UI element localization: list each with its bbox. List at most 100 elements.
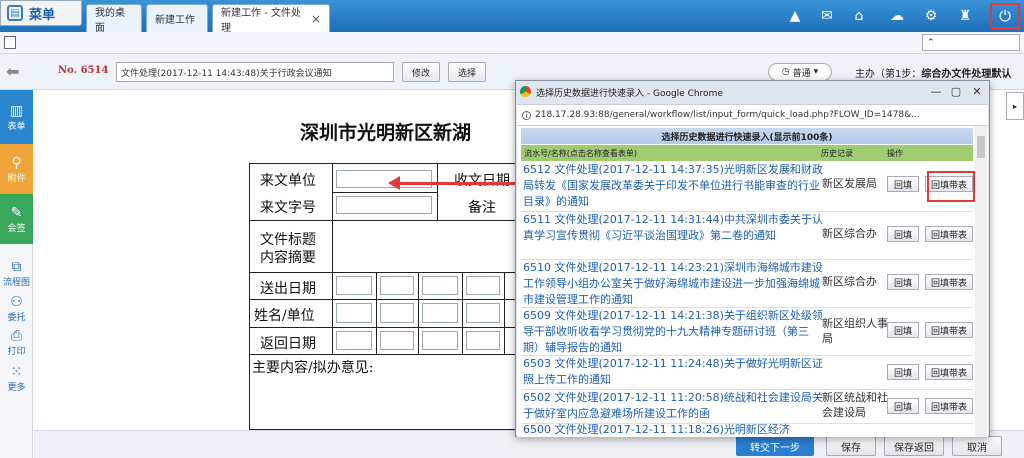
return-date-input[interactable] — [422, 331, 458, 350]
tab-label: 新建工作 — [155, 15, 195, 26]
name-unit-input[interactable] — [466, 303, 500, 323]
clock-icon: ◷ — [781, 67, 790, 77]
flow-number: No. 6514 — [58, 65, 109, 76]
send-date-input[interactable] — [466, 276, 500, 295]
fill-attach-button[interactable]: 回填带表 — [925, 274, 973, 290]
save-button[interactable]: 保存 — [826, 436, 876, 456]
record-link[interactable]: 6512 文件处理(2017-12-11 14:37:35)光明新区发展和财政局… — [523, 162, 823, 210]
source-unit-input[interactable] — [336, 170, 432, 188]
fill-button[interactable]: 回填 — [887, 226, 919, 242]
sidebar-item-countersign[interactable]: ✎ 会签 — [0, 194, 33, 244]
popup-column-header: 流水号/名称(点击名称查看表单) 历史记录 操作 — [521, 145, 973, 161]
receive-date-label: 收文日期 — [454, 173, 510, 189]
maximize-icon[interactable]: ▢ — [946, 83, 966, 99]
cancel-button[interactable]: 取消 — [952, 436, 1002, 456]
sponsor-step-name: 综合办文件处理默认 — [921, 69, 1012, 80]
fill-button[interactable]: 回填 — [887, 398, 919, 414]
work-title-input[interactable]: 文件处理(2017-12-11 14:43:48)关于行政会议通知 — [116, 62, 394, 82]
tab-my-desktop[interactable]: 我的桌面 — [86, 4, 142, 34]
settings-icon[interactable]: ⚙ — [922, 7, 940, 25]
top-bar: ▤ 菜单 我的桌面 新建工作 新建工作 - 文件处理 × ▲ ✉ ⌂ ☁ ⚙ ♜… — [0, 0, 1024, 34]
fill-button[interactable]: 回填 — [887, 322, 919, 338]
list-item: 6503 文件处理(2017-12-11 11:24:48)关于做好光明新区证照… — [521, 356, 973, 390]
form-icon: ▥ — [9, 102, 24, 119]
sidebar-item-delegate[interactable]: ⚇ 委托 — [0, 292, 33, 324]
user-icon[interactable]: ▲ — [786, 7, 804, 25]
menu-label: 菜单 — [29, 7, 56, 23]
name-unit-input[interactable] — [380, 303, 414, 323]
document-icon — [4, 36, 16, 49]
fill-button[interactable]: 回填 — [887, 274, 919, 290]
title-summary-label-2: 内容摘要 — [260, 250, 316, 266]
record-source: 新区综合办 — [822, 275, 877, 288]
scroll-thumb[interactable] — [977, 136, 985, 158]
cloud-icon[interactable]: ☁ — [888, 7, 906, 25]
sidebar-item-flowchart[interactable]: ⧉ 流程图 — [0, 256, 33, 290]
menu-logo-icon: ▤ — [7, 5, 23, 21]
fill-attach-button[interactable]: 回填带表 — [925, 364, 973, 380]
doc-number-input[interactable] — [336, 196, 432, 214]
next-step-button[interactable]: 转交下一步 — [736, 436, 814, 456]
chevron-up-icon: ⌃ — [927, 37, 935, 48]
fill-attach-button[interactable]: 回填带表 — [925, 398, 973, 414]
popup-title-bar[interactable]: 选择历史数据进行快速录入 - Google Chrome — ▢ ✕ — [516, 81, 989, 103]
record-link[interactable]: 6502 文件处理(2017-12-11 11:20:58)统战和社会建设局关于… — [523, 390, 823, 422]
record-link[interactable]: 6503 文件处理(2017-12-11 11:24:48)关于做好光明新区证照… — [523, 356, 823, 388]
logout-icon[interactable]: ⏻ — [990, 3, 1020, 29]
record-link[interactable]: 6511 文件处理(2017-12-11 14:31:44)中共深圳市委关于认真… — [523, 212, 823, 244]
chevron-down-icon: ▾ — [813, 67, 819, 77]
close-tab-icon[interactable]: × — [311, 12, 321, 26]
scroll-right-icon[interactable]: ▸ — [1006, 92, 1024, 120]
record-link[interactable]: 6500 文件处理(2017-12-11 11:18:26)光明新区经济 — [523, 422, 823, 437]
col-history: 历史记录 — [821, 149, 853, 158]
sidebar-item-form[interactable]: ▥ 表单 — [0, 90, 33, 144]
send-date-input[interactable] — [336, 276, 372, 295]
source-unit-label: 来文单位 — [260, 173, 316, 189]
fill-attach-button[interactable]: 回填带表 — [925, 226, 973, 242]
collapse-toggle[interactable]: ⌃ — [922, 34, 1020, 51]
skin-icon[interactable]: ♜ — [956, 7, 974, 25]
fill-attach-button[interactable]: 回填带表 — [925, 322, 973, 338]
home-icon[interactable]: ⌂ — [850, 7, 868, 25]
popup-heading: 选择历史数据进行快速录入(显示前100条) — [521, 128, 973, 144]
tab-file-processing[interactable]: 新建工作 - 文件处理 × — [212, 4, 330, 34]
sidebar-item-label: 表单 — [7, 121, 26, 132]
return-date-input[interactable] — [380, 331, 414, 350]
name-unit-input[interactable] — [336, 303, 372, 323]
sidebar-item-attachment[interactable]: ⚲ 附件 — [0, 144, 33, 194]
tab-new-work[interactable]: 新建工作 — [146, 4, 208, 32]
back-arrow-icon[interactable]: ⬅ — [6, 62, 19, 81]
priority-select[interactable]: ◷ 普通 ▾ — [768, 63, 832, 81]
send-date-input[interactable] — [422, 276, 458, 295]
message-icon[interactable]: ✉ — [818, 7, 836, 25]
highlight-box — [927, 171, 975, 202]
name-unit-input[interactable] — [422, 303, 458, 323]
edit-button[interactable]: 修改 — [402, 62, 440, 82]
send-date-input[interactable] — [380, 276, 414, 295]
delegate-icon: ⚇ — [10, 293, 23, 310]
fill-button[interactable]: 回填 — [887, 176, 919, 192]
main-content-label: 主要内容/拟办意见: — [252, 360, 374, 376]
list-item: 6511 文件处理(2017-12-11 14:31:44)中共深圳市委关于认真… — [521, 212, 973, 260]
sidebar-item-more[interactable]: ⁙ 更多 — [0, 362, 33, 394]
fill-button[interactable]: 回填 — [887, 364, 919, 380]
main-menu-button[interactable]: ▤ 菜单 — [0, 0, 82, 26]
countersign-icon: ✎ — [10, 204, 23, 221]
record-link[interactable]: 6510 文件处理(2017-12-11 14:23:21)深圳市海绵城市建设工… — [523, 260, 823, 308]
minimize-icon[interactable]: — — [926, 83, 946, 99]
popup-address-bar[interactable]: i 218.17.28.93:88/general/workflow/list/… — [517, 104, 988, 126]
sidebar-item-label: 附件 — [7, 173, 26, 184]
quick-load-popup-window: 选择历史数据进行快速录入 - Google Chrome — ▢ ✕ i 218… — [515, 80, 990, 437]
select-button[interactable]: 选择 — [448, 62, 486, 82]
save-return-button[interactable]: 保存返回 — [884, 436, 944, 456]
attachment-icon: ⚲ — [11, 154, 22, 171]
return-date-input[interactable] — [336, 331, 372, 350]
sidebar-item-print[interactable]: ⎙ 打印 — [0, 326, 33, 358]
return-date-input[interactable] — [466, 331, 500, 350]
popup-window-title: 选择历史数据进行快速录入 - Google Chrome — [536, 88, 723, 99]
close-window-icon[interactable]: ✕ — [967, 83, 987, 99]
popup-scrollbar[interactable] — [975, 126, 987, 437]
record-link[interactable]: 6509 文件处理(2017-12-11 14:21:38)关于组织新区处级领导… — [523, 308, 823, 356]
print-icon: ⎙ — [10, 327, 23, 344]
chrome-icon — [520, 86, 531, 97]
